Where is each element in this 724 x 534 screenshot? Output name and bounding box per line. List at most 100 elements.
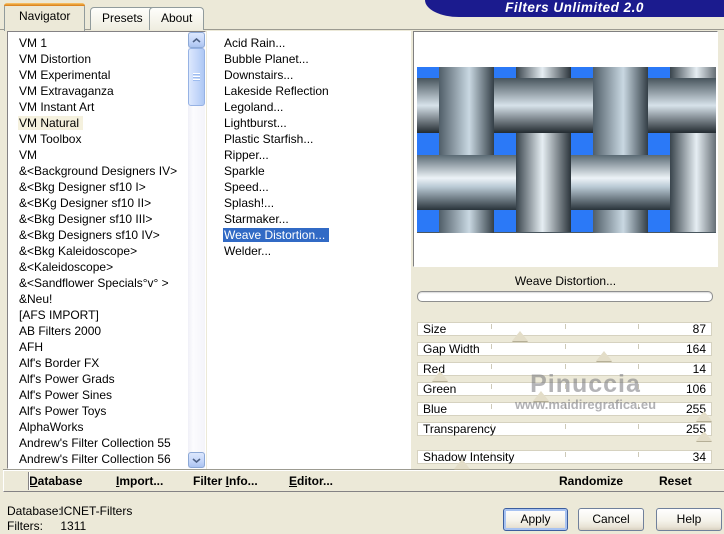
category-item[interactable]: Alf's Power Toys — [8, 403, 205, 419]
category-item[interactable]: Andrew's Filter Collection 56 — [8, 451, 205, 467]
category-item-label: &<Background Designers IV> — [19, 164, 178, 178]
parameter-row: Shadow Intensity 34 — [417, 450, 712, 469]
category-item[interactable]: Alf's Power Grads — [8, 371, 205, 387]
category-item[interactable]: &Neu! — [8, 291, 205, 307]
category-scrollbar[interactable] — [188, 32, 205, 468]
parameter-value: 34 — [692, 450, 706, 464]
filter-item-label: Lakeside Reflection — [224, 84, 329, 98]
filter-item[interactable]: Bubble Planet... — [207, 51, 411, 67]
toolbar-item[interactable]: Reset — [659, 474, 692, 488]
filter-item[interactable]: Legoland... — [207, 99, 411, 115]
slider-tick — [564, 344, 566, 349]
category-item-label: &<Bkg Designers sf10 IV> — [19, 228, 160, 242]
dialog-button-label: Apply — [520, 512, 551, 526]
category-item[interactable]: Alf's Power Sines — [8, 387, 205, 403]
slider-thumb[interactable] — [532, 391, 549, 401]
filter-item[interactable]: Downstairs... — [207, 67, 411, 83]
category-item[interactable]: VM Natural — [8, 115, 205, 131]
category-list[interactable]: VM 1 VM Distortion VM Experimental VM Ex… — [7, 31, 206, 469]
category-item-label: VM Toolbox — [19, 132, 82, 146]
tab[interactable]: About — [149, 7, 205, 30]
toolbar-item-accel: D — [29, 474, 38, 488]
filter-item[interactable]: Lightburst... — [207, 115, 411, 131]
tab-label: Presets — [102, 11, 143, 25]
category-item[interactable]: AlphaWorks — [8, 419, 205, 435]
parameter-value: 106 — [685, 382, 706, 396]
slider-thumb[interactable] — [454, 459, 471, 469]
toolbar-item[interactable]: Import... — [116, 474, 163, 488]
filter-item[interactable]: Welder... — [207, 243, 411, 259]
category-item[interactable]: VM Toolbox — [8, 131, 205, 147]
dialog-button[interactable]: Apply — [503, 508, 568, 531]
category-item[interactable]: &<Bkg Designer sf10 I> — [8, 179, 205, 195]
slider-thumb[interactable] — [696, 431, 712, 441]
parameter-slider[interactable]: Gap Width 164 — [417, 342, 712, 356]
filter-item[interactable]: Weave Distortion... — [207, 227, 411, 243]
category-item[interactable]: VM Distortion — [8, 51, 205, 67]
category-item[interactable]: &<Bkg Designer sf10 III> — [8, 211, 205, 227]
parameter-slider[interactable]: Size 87 — [417, 322, 712, 336]
tab[interactable]: Presets — [90, 7, 155, 30]
parameter-slider[interactable]: Green 106 — [417, 382, 712, 396]
filter-item-label: Downstairs... — [224, 68, 294, 82]
category-item[interactable]: &<Sandflower Specials°v° > — [8, 275, 205, 291]
category-item-label: VM Distortion — [19, 52, 92, 66]
filter-item[interactable]: Lakeside Reflection — [207, 83, 411, 99]
category-item[interactable]: VM Instant Art — [8, 99, 205, 115]
slider-thumb[interactable] — [512, 331, 529, 341]
toolbar-item-post: mport... — [119, 474, 164, 488]
slider-tick — [637, 324, 639, 329]
category-item[interactable]: VM — [8, 147, 205, 163]
scrollbar-thumb[interactable] — [188, 48, 205, 106]
category-item-label: AFH — [19, 340, 43, 354]
category-item[interactable]: VM 1 — [8, 35, 205, 51]
category-item[interactable]: &<Bkg Kaleidoscope> — [8, 243, 205, 259]
slider-tick — [491, 344, 493, 349]
parameter-slider[interactable]: Red 14 — [417, 362, 712, 376]
category-item[interactable]: &<Background Designers IV> — [8, 163, 205, 179]
category-item[interactable]: Andrew's Filter Collection 55 — [8, 435, 205, 451]
filter-list[interactable]: Acid Rain... Bubble Planet... Downstairs… — [207, 31, 411, 469]
toolbar-item-pre: Filter — [193, 474, 226, 488]
toolbar-item-post: nfo... — [229, 474, 258, 488]
category-item[interactable]: [AFS IMPORT] — [8, 307, 205, 323]
slider-thumb[interactable] — [596, 351, 613, 361]
tab-bar: Navigator Presets About — [0, 0, 724, 31]
filter-item[interactable]: Acid Rain... — [207, 35, 411, 51]
filter-item-label: Acid Rain... — [224, 36, 286, 50]
toolbar-item[interactable]: Database — [29, 474, 82, 488]
category-item[interactable]: AFH — [8, 339, 205, 355]
category-item[interactable]: VM Extravaganza — [8, 83, 205, 99]
toolbar-item[interactable]: Randomize — [559, 474, 623, 488]
category-item-label: &<BKg Designer sf10 II> — [19, 196, 152, 210]
toolbar-item[interactable]: Filter Info... — [193, 474, 258, 488]
slider-tick — [637, 404, 639, 409]
parameter-slider[interactable]: Transparency 255 — [417, 422, 712, 436]
filter-item[interactable]: Starmaker... — [207, 211, 411, 227]
filter-item[interactable]: Ripper... — [207, 147, 411, 163]
category-item[interactable]: &<Kaleidoscope> — [8, 259, 205, 275]
filter-item-label: Weave Distortion... — [223, 228, 330, 242]
category-item[interactable]: AB Filters 2000 — [8, 323, 205, 339]
filter-item[interactable]: Sparkle — [207, 163, 411, 179]
scroll-up-button[interactable] — [188, 32, 205, 48]
toolbar-item[interactable]: Editor... — [289, 474, 333, 488]
category-item[interactable]: &<Bkg Designers sf10 IV> — [8, 227, 205, 243]
scroll-down-button[interactable] — [188, 452, 205, 468]
parameter-slider[interactable]: Blue 255 — [417, 402, 712, 416]
tab[interactable]: Navigator — [4, 3, 86, 31]
category-item[interactable]: Alf's Border FX — [8, 355, 205, 371]
category-item[interactable]: &<BKg Designer sf10 II> — [8, 195, 205, 211]
filter-item[interactable]: Splash!... — [207, 195, 411, 211]
slider-tick — [637, 364, 639, 369]
parameter-row: Transparency 255 — [417, 422, 712, 441]
filter-item[interactable]: Plastic Starfish... — [207, 131, 411, 147]
filter-item[interactable]: Speed... — [207, 179, 411, 195]
slider-thumb[interactable] — [696, 411, 712, 421]
category-item[interactable]: VM Experimental — [8, 67, 205, 83]
slider-thumb[interactable] — [432, 371, 449, 381]
filter-item-label: Speed... — [224, 180, 269, 194]
dialog-button[interactable]: Cancel — [578, 508, 644, 531]
dialog-button[interactable]: Help — [656, 508, 722, 531]
dialog-button-label: Help — [676, 512, 702, 526]
